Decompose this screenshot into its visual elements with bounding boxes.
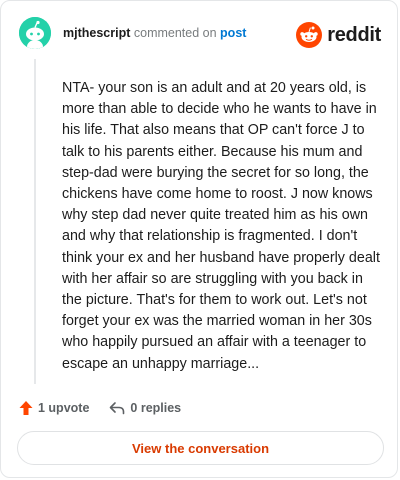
comment-card: mjthescript commented on post reddit NTA… [0,0,398,478]
upvote-button[interactable]: 1 upvote [19,400,89,416]
reddit-snoo-icon [296,22,323,48]
replies-count: 0 replies [130,401,182,415]
author-link[interactable]: mjthescript [63,26,130,40]
comment-body: NTA- your son is an adult and at 20 year… [62,80,380,372]
comment-header: mjthescript commented on post reddit [19,17,381,51]
replies-button[interactable]: 0 replies [109,401,181,415]
thread-line [34,59,36,384]
snoo-avatar-icon[interactable] [19,17,51,49]
upvote-arrow-icon [19,401,33,415]
byline-action-text: commented on [133,26,217,40]
brand-name: reddit [327,23,381,46]
comment-byline: mjthescript commented on post [63,26,246,40]
comment-actions: 1 upvote 0 replies [19,397,181,419]
reply-arrow-icon [110,402,125,415]
view-conversation-button[interactable]: View the conversation [17,431,384,465]
reddit-logo[interactable]: reddit [296,21,381,49]
post-link[interactable]: post [220,26,246,40]
upvote-count: 1 upvote [38,401,90,415]
